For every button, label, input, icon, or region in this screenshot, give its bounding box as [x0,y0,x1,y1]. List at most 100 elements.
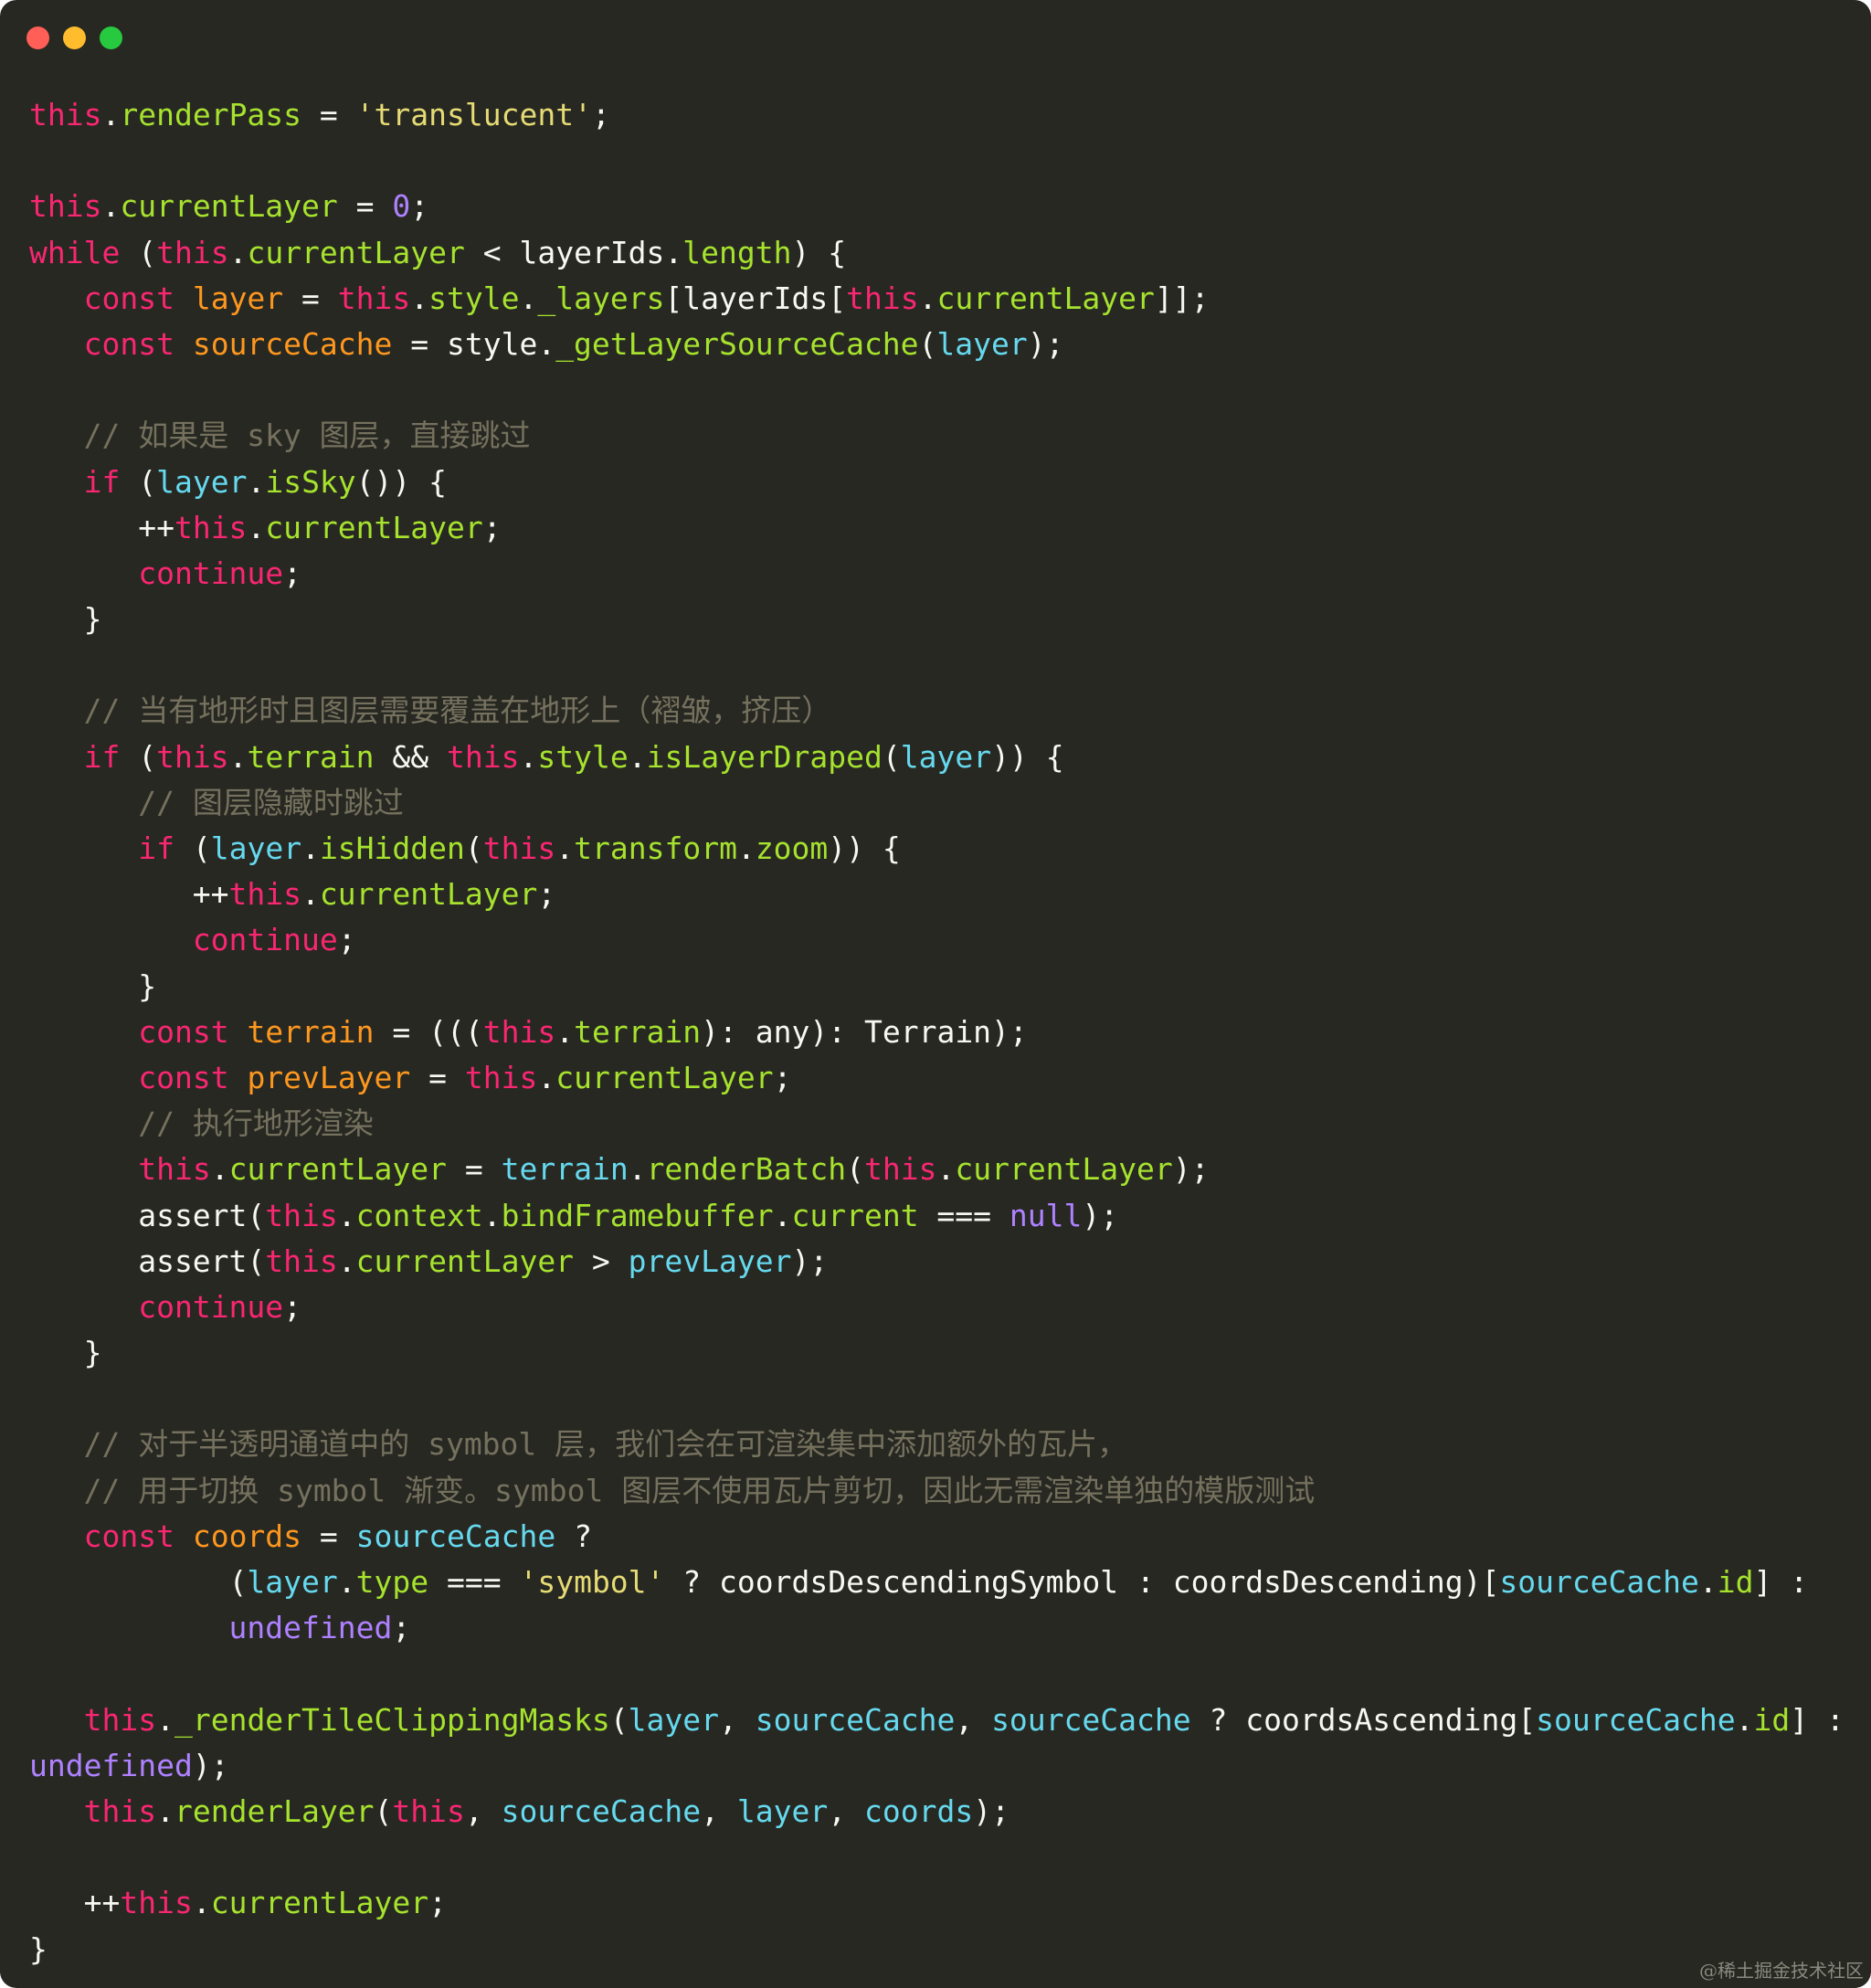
code-token: this [482,830,556,866]
code-token: . [337,1564,356,1600]
code-token: ( [120,463,157,500]
code-token: } [29,1335,102,1371]
code-token: this [392,1792,465,1829]
code-line: // 图层隐藏时跳过 [29,780,1847,826]
code-token: this [29,188,102,225]
code-token: isSky [265,463,356,500]
code-line: this.renderLayer(this, sourceCache, laye… [29,1789,1847,1835]
code-token: const [138,1059,229,1095]
code-token: ; [482,509,502,545]
code-line: } [29,1927,1847,1972]
code-token: continue [192,922,338,958]
code-line: const prevLayer = this.currentLayer; [29,1055,1847,1101]
code-token: isHidden [319,830,465,866]
code-token: ; [773,1059,792,1095]
code-token: currentLayer [210,1885,429,1921]
code-token: this [29,97,102,132]
code-line: const layer = this.style._layers[layerId… [29,276,1847,322]
code-token: , [701,1792,737,1829]
code-token: layer [156,463,248,500]
code-token: ] : [1753,1564,1809,1600]
code-token: sourceCache [1536,1701,1736,1738]
close-window-button[interactable] [26,26,49,49]
code-token: [layerIds[ [664,280,847,316]
code-token: ) { [791,234,847,270]
code-token: layer [192,280,284,316]
code-token: . [301,830,320,866]
code-token: < layerIds. [464,234,683,270]
code-token: _layers [537,280,665,316]
code-token: ++ [29,509,174,545]
code-token: layer [736,1792,829,1829]
code-line: // 用于切换 symbol 渐变。symbol 图层不使用瓦片剪切，因此无需渲… [29,1468,1847,1514]
code-token: ; [392,1610,411,1646]
code-token: coords [864,1792,974,1829]
code-token: ( [120,738,157,775]
code-token: id [1717,1564,1754,1600]
code-token: . [936,1151,956,1188]
code-token: sourceCache [1499,1564,1699,1600]
code-line: // 对于半透明通道中的 symbol 层，我们会在可渲染集中添加额外的瓦片， [29,1422,1847,1467]
code-token: ); [791,1242,829,1279]
code-token: this [482,1013,556,1050]
code-token: . [337,1242,356,1279]
code-line: ++this.currentLayer; [29,505,1847,551]
code-token: sourceCache [501,1792,702,1829]
code-line: const sourceCache = style._getLayerSourc… [29,322,1847,367]
code-token: this [228,876,302,913]
code-token: this [464,1059,538,1095]
code-token: ); [1027,325,1064,362]
code-token: while [29,234,121,270]
code-token: } [29,968,157,1004]
code-comment: // 图层隐藏时跳过 [138,784,404,820]
code-token: ? coordsDescendingSymbol : coordsDescend… [664,1564,1500,1600]
code-line: if (layer.isHidden(this.transform.zoom))… [29,826,1847,872]
code-line: continue; [29,1285,1847,1330]
code-token: ; [428,1885,447,1921]
code-token: assert( [29,1242,266,1279]
code-token: ]]; [1154,280,1210,316]
code-token: . [156,1701,174,1738]
code-token: . [337,1197,356,1233]
code-token: )) { [991,738,1064,775]
code-token: undefined [228,1610,393,1646]
code-token: , [828,1792,865,1829]
code-token: currentLayer [355,1242,575,1279]
code-token: zoom [755,830,829,866]
code-comment: // 用于切换 symbol 渐变。symbol 图层不使用瓦片剪切，因此无需渲… [83,1472,1316,1508]
code-token: prevLayer [247,1059,411,1095]
code-token: ); [973,1792,1009,1829]
code-token: layer [900,738,992,775]
code-line: assert(this.context.bindFramebuffer.curr… [29,1193,1847,1239]
code-token: , [955,1701,992,1738]
code-token: this [337,280,411,316]
minimize-window-button[interactable] [63,26,86,49]
code-token: continue [138,1288,284,1325]
code-token: . [773,1197,792,1233]
code-token: ); [192,1747,229,1783]
code-line: continue; [29,917,1847,963]
code-line: undefined); [29,1743,1847,1789]
maximize-window-button[interactable] [100,26,122,49]
code-token: ( [609,1701,629,1738]
code-token: ()) { [355,463,448,500]
code-comment: // 当有地形时且图层需要覆盖在地形上（褶皱，挤压） [83,693,832,729]
code-token: . [628,1151,647,1188]
code-token: this [174,509,248,545]
code-token: = [301,97,356,132]
code-token: this [156,234,229,270]
code-line: if (layer.isSky()) { [29,460,1847,505]
